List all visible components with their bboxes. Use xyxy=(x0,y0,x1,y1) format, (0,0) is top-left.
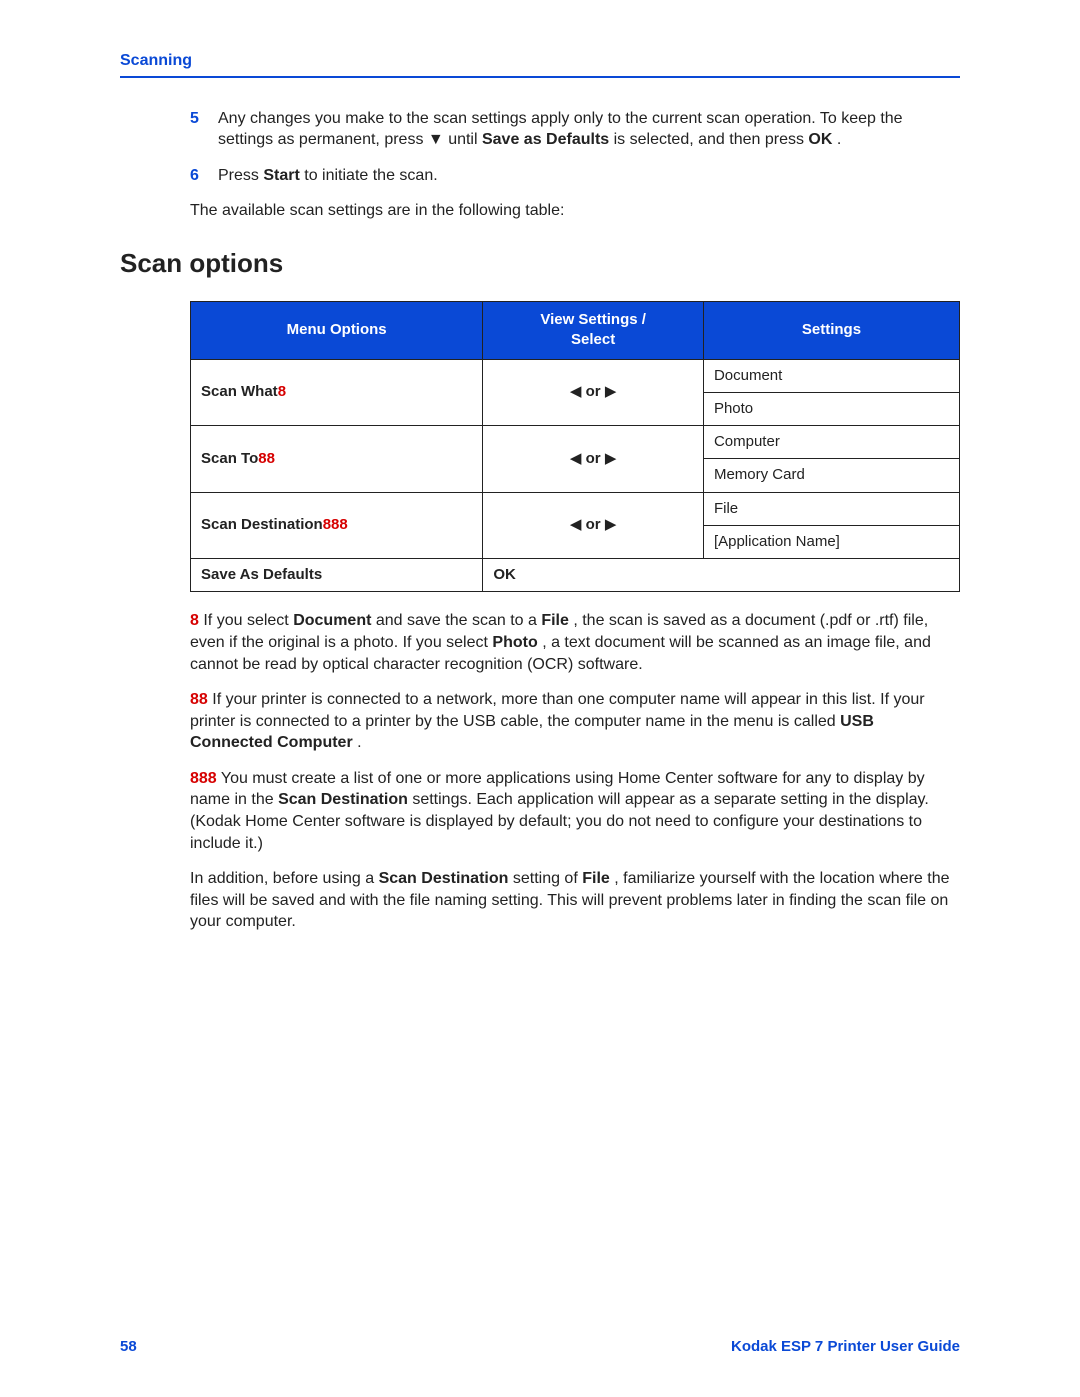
page-number: 58 xyxy=(120,1337,137,1357)
cell-setting: Memory Card xyxy=(703,459,959,492)
document-page: Scanning 5 Any changes you make to the s… xyxy=(0,0,1080,1397)
text: . xyxy=(357,734,361,751)
scan-what-label: Scan What xyxy=(201,383,278,400)
right-arrow-icon: ▶ xyxy=(605,516,617,533)
cell-save-defaults: Save As Defaults xyxy=(191,559,483,592)
text-bold: Scan Destination xyxy=(379,870,509,887)
table-row: Save As Defaults OK xyxy=(191,559,960,592)
scan-to-label: Scan To xyxy=(201,450,258,467)
text: to initiate the scan. xyxy=(304,167,437,184)
text-bold: File xyxy=(541,612,569,629)
footnote-marker-1: 8 xyxy=(278,383,286,400)
cell-setting: [Application Name] xyxy=(703,525,959,558)
footnote-marker-1: 8 xyxy=(190,612,199,629)
left-arrow-icon: ◀ xyxy=(570,383,582,400)
ok-label: OK xyxy=(493,566,516,583)
page-footer: 58 Kodak ESP 7 Printer User Guide xyxy=(120,1337,960,1357)
step-6-body: Press Start to initiate the scan. xyxy=(218,165,960,187)
footnote-2: 88 If your printer is connected to a net… xyxy=(120,689,960,754)
or-label: or xyxy=(586,450,605,467)
footnote-1: 8 If you select Document and save the sc… xyxy=(120,610,960,675)
cell-nav-arrows: ◀ or ▶ xyxy=(483,426,704,493)
save-as-defaults-label: Save as Defaults xyxy=(482,131,609,148)
left-arrow-icon: ◀ xyxy=(570,516,582,533)
down-arrow-icon: ▼ xyxy=(428,131,444,148)
text: . xyxy=(837,131,841,148)
col-menu-options: Menu Options xyxy=(191,302,483,360)
cell-scan-what: Scan What8 xyxy=(191,359,483,426)
text: View Settings / xyxy=(540,311,646,328)
col-view-settings: View Settings / Select xyxy=(483,302,704,360)
text-bold: Photo xyxy=(492,634,537,651)
scan-destination-label: Scan Destination xyxy=(201,516,323,533)
text-bold: File xyxy=(582,870,610,887)
text: If your printer is connected to a networ… xyxy=(190,691,925,730)
text: In addition, before using a xyxy=(190,870,379,887)
footnote-marker-2: 88 xyxy=(258,450,275,467)
section-rule xyxy=(120,76,960,78)
cell-setting: Document xyxy=(703,359,959,392)
right-arrow-icon: ▶ xyxy=(605,383,617,400)
text: Press xyxy=(218,167,263,184)
ok-label: OK xyxy=(808,131,832,148)
scan-options-table: Menu Options View Settings / Select Sett… xyxy=(190,301,960,592)
footnote-marker-3: 888 xyxy=(190,770,217,787)
step-5-body: Any changes you make to the scan setting… xyxy=(218,108,960,151)
cell-nav-arrows: ◀ or ▶ xyxy=(483,359,704,426)
cell-scan-to: Scan To88 xyxy=(191,426,483,493)
step-number-6: 6 xyxy=(190,165,218,187)
text-bold: Document xyxy=(293,612,371,629)
table-row: Scan To88 ◀ or ▶ Computer xyxy=(191,426,960,459)
text: setting of xyxy=(513,870,582,887)
text: and save the scan to a xyxy=(376,612,541,629)
cell-setting: Computer xyxy=(703,426,959,459)
text: If you select xyxy=(203,612,293,629)
cell-setting: Photo xyxy=(703,392,959,425)
scan-options-heading: Scan options xyxy=(120,246,960,281)
table-row: Scan What8 ◀ or ▶ Document xyxy=(191,359,960,392)
step-6: 6 Press Start to initiate the scan. xyxy=(120,165,960,187)
footnote-marker-3: 888 xyxy=(323,516,348,533)
col-settings: Settings xyxy=(703,302,959,360)
text-bold: Scan Destination xyxy=(278,791,408,808)
text: is selected, and then press xyxy=(614,131,809,148)
cell-nav-arrows: ◀ or ▶ xyxy=(483,492,704,559)
text: Select xyxy=(571,331,615,348)
save-as-defaults-label: Save As Defaults xyxy=(201,566,322,583)
step-number-5: 5 xyxy=(190,108,218,151)
footnote-3: 888 You must create a list of one or mor… xyxy=(120,768,960,854)
start-label: Start xyxy=(263,167,299,184)
footnote-marker-2: 88 xyxy=(190,691,208,708)
cell-scan-destination: Scan Destination888 xyxy=(191,492,483,559)
cell-ok: OK xyxy=(483,559,960,592)
or-label: or xyxy=(586,383,605,400)
footnote-4: In addition, before using a Scan Destina… xyxy=(120,868,960,933)
table-header-row: Menu Options View Settings / Select Sett… xyxy=(191,302,960,360)
right-arrow-icon: ▶ xyxy=(605,450,617,467)
left-arrow-icon: ◀ xyxy=(570,450,582,467)
cell-setting: File xyxy=(703,492,959,525)
intro-paragraph: The available scan settings are in the f… xyxy=(120,200,960,222)
or-label: or xyxy=(586,516,605,533)
table-row: Scan Destination888 ◀ or ▶ File xyxy=(191,492,960,525)
section-header: Scanning xyxy=(120,50,960,74)
guide-title: Kodak ESP 7 Printer User Guide xyxy=(731,1337,960,1357)
step-5: 5 Any changes you make to the scan setti… xyxy=(120,108,960,151)
text: until xyxy=(448,131,482,148)
